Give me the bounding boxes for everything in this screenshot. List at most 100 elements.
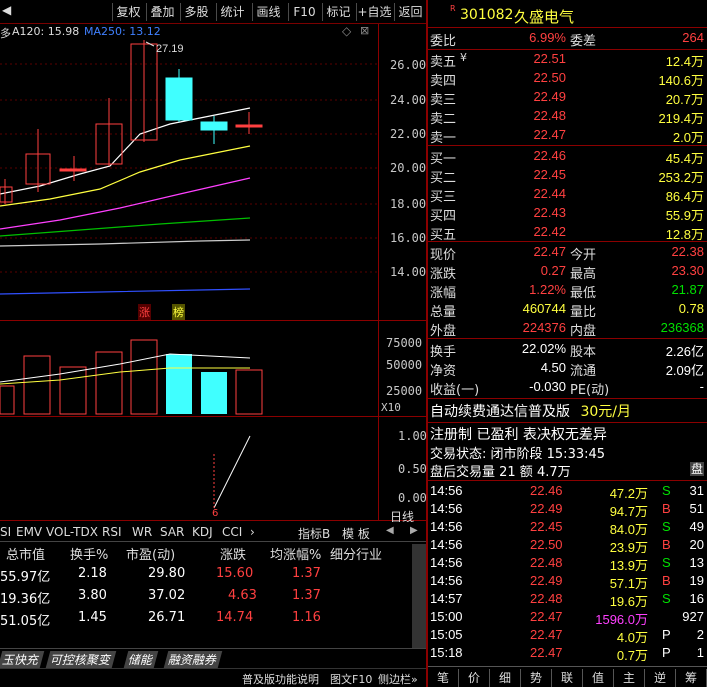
tab-more-chevron-icon[interactable]: › bbox=[250, 525, 255, 539]
tick-time: 15:00 bbox=[430, 609, 463, 624]
stat-label: 总量 bbox=[430, 305, 457, 320]
limit-up-badge[interactable]: 涨 bbox=[138, 304, 151, 320]
table-row[interactable]: 19.36亿 3.80 37.02 4.63 1.37 bbox=[0, 588, 410, 608]
multi-stock-button[interactable]: 多股 bbox=[180, 3, 212, 21]
col-header[interactable]: 市盈(动) bbox=[126, 544, 175, 563]
pan-icon[interactable]: 盘 bbox=[690, 462, 704, 476]
template-button[interactable]: 模 板 bbox=[342, 525, 370, 542]
tab-si[interactable]: SI bbox=[0, 525, 11, 539]
concept-tab[interactable]: 玉快充 bbox=[0, 651, 45, 668]
indicator-tabbar: SI EMV VOL-TDX RSI WR SAR KDJ CCI › 指标B … bbox=[0, 522, 426, 542]
stat-value: 22.38 bbox=[671, 244, 704, 259]
buy-price: 22.42 bbox=[533, 224, 566, 239]
draw-line-button[interactable]: 画线 bbox=[252, 3, 284, 21]
detail-tab[interactable]: 值 bbox=[583, 669, 614, 687]
table-row[interactable]: 55.97亿 2.18 29.80 15.60 1.37 bbox=[0, 566, 410, 586]
tick-volume: 23.9万 bbox=[609, 540, 648, 555]
detail-tab[interactable]: 逆 bbox=[645, 669, 676, 687]
tick-volume: 13.9万 bbox=[609, 558, 648, 573]
col-header[interactable]: 细分行业 bbox=[330, 544, 382, 563]
mark-button[interactable]: 标记 bbox=[322, 3, 354, 21]
concept-tab[interactable]: 储能 bbox=[123, 651, 159, 668]
tab-wr[interactable]: WR bbox=[132, 525, 152, 539]
detail-tab[interactable]: 笔 bbox=[428, 669, 459, 687]
candle bbox=[0, 186, 13, 203]
detail-tab[interactable]: 细 bbox=[490, 669, 521, 687]
tick-volume: 4.0万 bbox=[616, 630, 648, 645]
stat-label: 股本 bbox=[570, 345, 597, 360]
detail-tab[interactable]: 主 bbox=[614, 669, 645, 687]
pe-ratio: 29.80 bbox=[148, 566, 186, 581]
stat-value: 2.26亿 bbox=[665, 344, 704, 359]
tick-side: P bbox=[662, 645, 671, 660]
tick-count: 927 bbox=[682, 609, 704, 624]
turnover: 1.45 bbox=[78, 610, 107, 625]
sell-level-row[interactable]: 卖三 22.49 20.7万 bbox=[430, 89, 706, 108]
promo-banner[interactable]: 自动续费通达信普及版 30元/月 bbox=[430, 401, 706, 421]
tick-price: 22.48 bbox=[530, 591, 563, 606]
return-button[interactable]: 返回 bbox=[394, 3, 426, 21]
tab-vol-tdx[interactable]: VOL-TDX bbox=[46, 525, 98, 539]
next-arrow-icon[interactable]: ▶ bbox=[410, 525, 418, 536]
buy-level-row[interactable]: 买一 22.46 45.4万 bbox=[430, 148, 706, 167]
overlay-button[interactable]: 叠加 bbox=[146, 3, 178, 21]
detail-tab[interactable]: 价 bbox=[459, 669, 490, 687]
sell-price: 22.50 bbox=[533, 70, 566, 85]
back-arrow-icon[interactable]: ◀ bbox=[2, 3, 11, 17]
quote-stat-row: 现价 22.47 今开 22.38 bbox=[430, 244, 706, 263]
col-header[interactable]: 总市值 bbox=[6, 544, 45, 563]
tick-side: B bbox=[662, 537, 671, 552]
indicator-b-button[interactable]: 指标B bbox=[298, 525, 330, 542]
fuquan-button[interactable]: 复权 bbox=[112, 3, 144, 21]
help-link[interactable]: 普及版功能说明 bbox=[242, 671, 319, 687]
buy-level-row[interactable]: 买四 22.43 55.9万 bbox=[430, 205, 706, 224]
chart-toolbar: ◀ 复权 叠加 多股 统计 画线 F10 标记 +自选 返回 bbox=[0, 0, 426, 24]
sidebar-toggle[interactable]: 侧边栏» bbox=[378, 671, 418, 687]
buy-level-row[interactable]: 买三 22.44 86.4万 bbox=[430, 186, 706, 205]
sell-level-row[interactable]: 卖四 22.50 140.6万 bbox=[430, 70, 706, 89]
col-header[interactable]: 均涨幅% bbox=[270, 544, 321, 563]
stat-value: 21.87 bbox=[671, 282, 704, 297]
tab-sar[interactable]: SAR bbox=[160, 525, 184, 539]
statistics-button[interactable]: 统计 bbox=[216, 3, 248, 21]
buy-level-row[interactable]: 买二 22.45 253.2万 bbox=[430, 167, 706, 186]
tab-kdj[interactable]: KDJ bbox=[192, 525, 213, 539]
col-header[interactable]: 换手% bbox=[70, 544, 108, 563]
price-tick: 16.00 bbox=[390, 231, 427, 245]
volume-tick: 75000 bbox=[386, 336, 423, 350]
col-header[interactable]: 涨跌 bbox=[220, 544, 246, 563]
ranking-badge[interactable]: 榜 bbox=[172, 304, 185, 320]
tab-cci[interactable]: CCI bbox=[222, 525, 242, 539]
stat-value: 460744 bbox=[522, 301, 566, 316]
detail-tab[interactable]: 筹 bbox=[676, 669, 707, 687]
f10-button[interactable]: F10 bbox=[288, 3, 320, 21]
sell-level-row[interactable]: 卖一 22.47 2.0万 bbox=[430, 127, 706, 146]
stat-label: 涨幅 bbox=[430, 286, 457, 301]
tab-emv[interactable]: EMV bbox=[16, 525, 42, 539]
stat-value: - bbox=[699, 379, 704, 394]
detail-tab[interactable]: 势 bbox=[521, 669, 552, 687]
detail-tab[interactable]: 联 bbox=[552, 669, 583, 687]
quote-stat-row: 外盘 224376 内盘 236368 bbox=[430, 320, 706, 339]
weibi-value: 6.99% bbox=[529, 30, 566, 45]
sell-level-row[interactable]: 卖二 22.48 219.4万 bbox=[430, 108, 706, 127]
prev-arrow-icon[interactable]: ◀ bbox=[386, 525, 394, 536]
table-row[interactable]: 51.05亿 1.45 26.71 14.74 1.16 bbox=[0, 610, 410, 630]
concept-tab[interactable]: 融资融券 bbox=[163, 651, 223, 668]
ma-line-green bbox=[0, 217, 251, 237]
sell-level-row[interactable]: 卖五 ¥22.51 12.4万 bbox=[430, 51, 706, 70]
tab-rsi[interactable]: RSI bbox=[102, 525, 122, 539]
table-scrollbar[interactable] bbox=[412, 544, 426, 648]
sell-level-label: 卖二 bbox=[430, 112, 457, 127]
axis-divider bbox=[378, 24, 379, 520]
tick-time: 14:56 bbox=[430, 483, 463, 498]
concept-tab[interactable]: 可控核聚变 bbox=[45, 651, 117, 668]
add-watchlist-button[interactable]: +自选 bbox=[356, 3, 392, 21]
tick-count: 51 bbox=[689, 501, 704, 516]
indicator-tick: 1.00 bbox=[398, 429, 427, 443]
weicha-value: 264 bbox=[682, 30, 704, 45]
f10-link[interactable]: 图文F10 bbox=[330, 671, 372, 687]
tick-count: 1 bbox=[696, 645, 704, 660]
tick-row: 14:56 22.46 47.2万 S 31 bbox=[430, 483, 706, 501]
buy-level-row[interactable]: 买五 22.42 12.8万 bbox=[430, 224, 706, 243]
